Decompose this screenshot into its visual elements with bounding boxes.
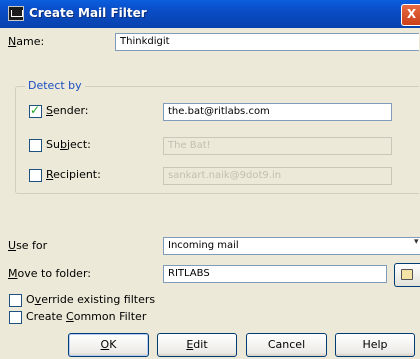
recipient-input[interactable]: sankart.naik@9dot9.in (163, 167, 392, 185)
common-filter-checkbox[interactable] (9, 311, 22, 324)
help-button[interactable]: Help (335, 333, 415, 357)
move-to-folder-label: Move to folder: (8, 267, 91, 280)
name-label: Name: (8, 35, 45, 48)
browse-folder-button[interactable] (394, 263, 420, 287)
move-to-folder-input[interactable]: RITLABS (163, 265, 387, 283)
sender-label: Sender: (46, 104, 89, 117)
title-bar[interactable]: Create Mail Filter X (0, 0, 420, 28)
use-for-select[interactable]: Incoming mail (163, 237, 420, 255)
recipient-label: Recipient: (46, 168, 101, 181)
chevron-down-icon[interactable]: ▾ (414, 237, 420, 253)
recipient-checkbox[interactable] (29, 169, 42, 182)
override-filters-label: Override existing filters (26, 293, 156, 306)
override-filters-checkbox[interactable] (9, 294, 22, 307)
common-filter-label: Create Common Filter (26, 310, 147, 323)
window-title: Create Mail Filter (29, 6, 147, 20)
sender-input[interactable]: the.bat@ritlabs.com (163, 103, 392, 121)
create-mail-filter-dialog: Create Mail Filter X Name: Thinkdigit De… (0, 0, 420, 359)
cancel-button[interactable]: Cancel (246, 333, 327, 357)
detect-by-legend: Detect by (25, 79, 85, 92)
close-icon: X (406, 7, 417, 21)
folder-browse-icon (401, 269, 413, 280)
name-input[interactable]: Thinkdigit (115, 33, 419, 51)
edit-button[interactable]: Edit (157, 333, 237, 357)
use-for-label: Use for (8, 239, 48, 252)
subject-input[interactable]: The Bat! (163, 137, 392, 155)
subject-checkbox[interactable] (29, 139, 42, 152)
close-button[interactable]: X (401, 4, 420, 26)
mail-filter-icon (8, 6, 24, 21)
sender-checkbox[interactable] (29, 103, 42, 118)
ok-button[interactable]: OK (68, 333, 149, 357)
subject-label: Subject: (46, 138, 91, 151)
